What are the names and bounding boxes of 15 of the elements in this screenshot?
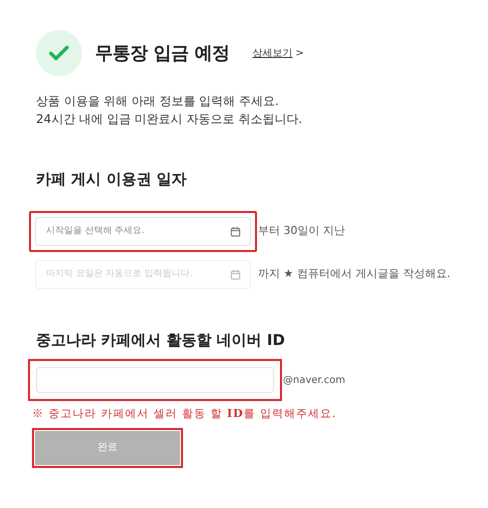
section-heading: 카페 게시 이용권 일자 xyxy=(36,169,188,190)
section-heading: 중고나라 카페에서 활동할 네이버 ID xyxy=(36,330,286,350)
intro-text: 24시간 내에 입금 미완료시 자동으로 취소됩니다. xyxy=(36,111,304,128)
detail-link[interactable]: 상세보기 > xyxy=(252,46,304,60)
calendar-icon xyxy=(230,226,241,236)
date-suffix: 까지 ★ 컴퓨터에서 게시글을 작성해요. xyxy=(258,266,450,282)
check-icon xyxy=(36,30,82,76)
naver-id-field[interactable] xyxy=(36,367,274,393)
date-field[interactable]: 시작일을 선택해 주세요. xyxy=(35,216,251,246)
page-title: 무통장 입금 예정 xyxy=(95,42,230,66)
calendar-icon xyxy=(230,268,241,280)
intro-text: 상품 이용을 위해 아래 정보를 입력해 주세요. xyxy=(36,93,280,110)
date-suffix: 부터 30일이 지난 xyxy=(258,222,345,239)
id-note: ※ 중고나라 카페에서 셀러 활동 할 ID를 입력해주세요. xyxy=(32,406,338,422)
domain-label: @naver.com xyxy=(283,374,346,388)
